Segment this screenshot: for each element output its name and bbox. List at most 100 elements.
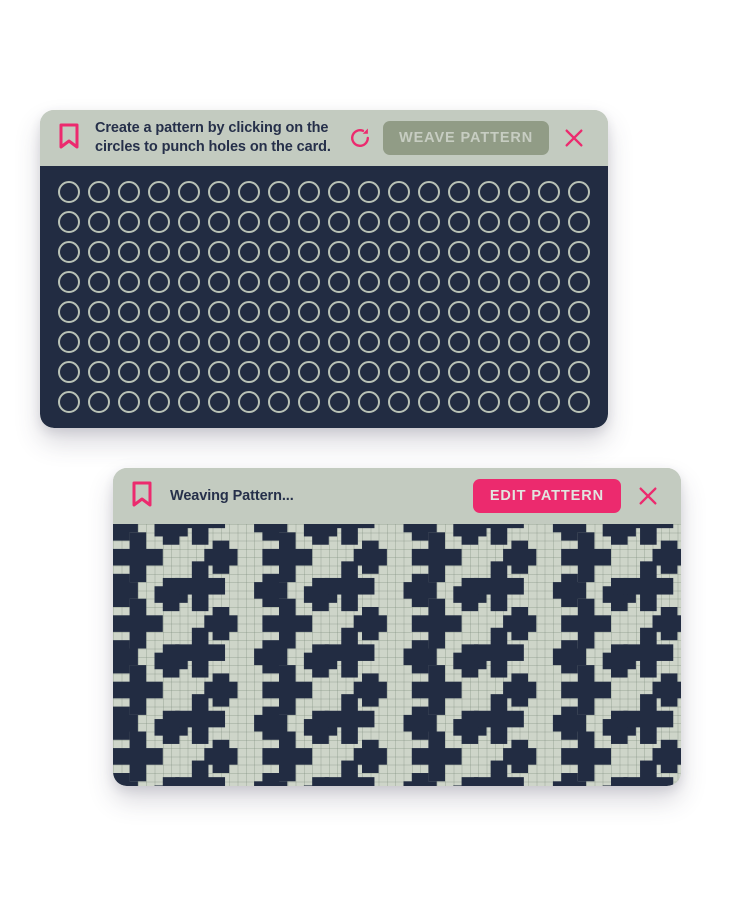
punch-hole[interactable]: [478, 181, 500, 203]
punch-hole[interactable]: [328, 241, 350, 263]
punch-hole[interactable]: [538, 361, 560, 383]
punch-hole[interactable]: [238, 271, 260, 293]
punch-hole[interactable]: [358, 391, 380, 413]
punch-hole[interactable]: [268, 391, 290, 413]
punch-hole[interactable]: [298, 391, 320, 413]
punch-hole[interactable]: [388, 241, 410, 263]
punch-hole[interactable]: [178, 211, 200, 233]
punch-hole[interactable]: [388, 211, 410, 233]
punch-hole[interactable]: [388, 391, 410, 413]
punch-hole[interactable]: [298, 211, 320, 233]
punch-hole[interactable]: [58, 301, 80, 323]
punch-hole[interactable]: [388, 331, 410, 353]
punch-hole[interactable]: [88, 271, 110, 293]
punch-hole[interactable]: [58, 361, 80, 383]
punch-hole[interactable]: [328, 271, 350, 293]
punch-hole[interactable]: [208, 181, 230, 203]
punch-hole[interactable]: [178, 181, 200, 203]
close-icon[interactable]: [631, 479, 665, 513]
punch-hole[interactable]: [478, 331, 500, 353]
punch-hole[interactable]: [388, 181, 410, 203]
punch-hole[interactable]: [58, 241, 80, 263]
punch-hole[interactable]: [118, 271, 140, 293]
punch-hole[interactable]: [538, 331, 560, 353]
punch-hole[interactable]: [508, 241, 530, 263]
punch-hole[interactable]: [418, 241, 440, 263]
punch-hole[interactable]: [88, 331, 110, 353]
punch-hole[interactable]: [178, 271, 200, 293]
punch-hole[interactable]: [118, 391, 140, 413]
punch-hole[interactable]: [568, 301, 590, 323]
punch-hole[interactable]: [538, 301, 560, 323]
punch-hole[interactable]: [58, 211, 80, 233]
punch-hole[interactable]: [268, 361, 290, 383]
punch-hole[interactable]: [358, 181, 380, 203]
punch-hole[interactable]: [568, 361, 590, 383]
punch-hole[interactable]: [568, 331, 590, 353]
punch-hole[interactable]: [388, 301, 410, 323]
punch-hole[interactable]: [298, 271, 320, 293]
punch-hole[interactable]: [418, 211, 440, 233]
punch-hole[interactable]: [448, 271, 470, 293]
punch-hole[interactable]: [538, 271, 560, 293]
punch-hole[interactable]: [418, 361, 440, 383]
punch-hole[interactable]: [478, 301, 500, 323]
punch-hole[interactable]: [88, 211, 110, 233]
punch-hole[interactable]: [238, 241, 260, 263]
edit-pattern-button[interactable]: EDIT PATTERN: [472, 479, 621, 513]
punch-hole[interactable]: [448, 331, 470, 353]
punch-hole[interactable]: [568, 181, 590, 203]
punch-hole[interactable]: [148, 271, 170, 293]
punch-hole[interactable]: [478, 391, 500, 413]
punch-hole[interactable]: [538, 211, 560, 233]
punch-hole[interactable]: [118, 181, 140, 203]
punch-hole[interactable]: [508, 211, 530, 233]
punch-hole[interactable]: [118, 361, 140, 383]
punch-hole[interactable]: [388, 271, 410, 293]
punch-hole[interactable]: [448, 361, 470, 383]
punch-hole[interactable]: [268, 301, 290, 323]
punch-hole[interactable]: [178, 361, 200, 383]
punch-hole[interactable]: [508, 391, 530, 413]
punch-hole[interactable]: [208, 331, 230, 353]
punch-hole[interactable]: [508, 271, 530, 293]
punch-hole[interactable]: [478, 241, 500, 263]
punch-hole[interactable]: [148, 361, 170, 383]
punch-hole[interactable]: [418, 301, 440, 323]
punch-hole[interactable]: [118, 301, 140, 323]
punch-hole[interactable]: [88, 241, 110, 263]
punch-hole[interactable]: [358, 301, 380, 323]
bookmark-icon[interactable]: [58, 123, 80, 154]
punch-hole[interactable]: [178, 241, 200, 263]
punch-hole[interactable]: [208, 241, 230, 263]
punch-hole[interactable]: [208, 361, 230, 383]
punch-hole[interactable]: [208, 391, 230, 413]
punch-hole[interactable]: [568, 391, 590, 413]
punch-hole[interactable]: [88, 301, 110, 323]
punch-hole[interactable]: [298, 241, 320, 263]
punch-hole[interactable]: [328, 301, 350, 323]
punch-hole[interactable]: [328, 361, 350, 383]
punch-hole[interactable]: [58, 181, 80, 203]
punch-hole[interactable]: [448, 391, 470, 413]
punch-hole[interactable]: [88, 181, 110, 203]
punch-hole[interactable]: [118, 241, 140, 263]
punch-hole-grid[interactable]: [54, 177, 594, 417]
punch-hole[interactable]: [58, 331, 80, 353]
punch-hole[interactable]: [358, 241, 380, 263]
punch-hole[interactable]: [538, 181, 560, 203]
punch-hole[interactable]: [268, 211, 290, 233]
punch-hole[interactable]: [358, 211, 380, 233]
punch-hole[interactable]: [238, 391, 260, 413]
punch-hole[interactable]: [568, 271, 590, 293]
punch-hole[interactable]: [88, 361, 110, 383]
punch-hole[interactable]: [268, 241, 290, 263]
weave-pattern-button[interactable]: WEAVE PATTERN: [383, 121, 550, 155]
punch-hole[interactable]: [268, 181, 290, 203]
punch-hole[interactable]: [298, 361, 320, 383]
punch-hole[interactable]: [418, 271, 440, 293]
punch-hole[interactable]: [178, 331, 200, 353]
punch-hole[interactable]: [508, 361, 530, 383]
punch-hole[interactable]: [538, 391, 560, 413]
close-icon[interactable]: [557, 121, 591, 155]
